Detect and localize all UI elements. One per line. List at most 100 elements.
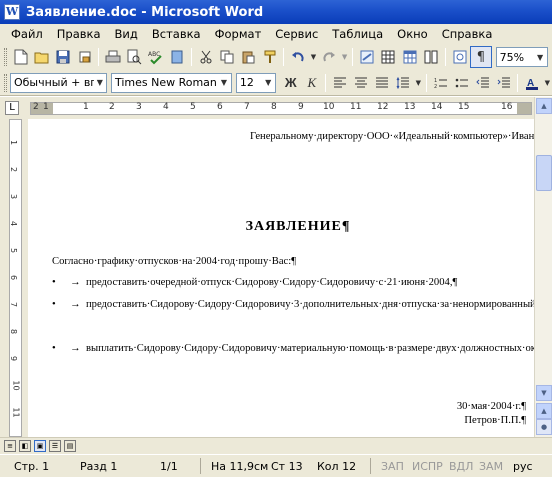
- font-size-value: 12: [239, 76, 254, 89]
- signature-line[interactable]: Петров·П.П.¶: [408, 415, 526, 426]
- permission-icon[interactable]: [74, 46, 95, 68]
- scroll-thumb[interactable]: [536, 155, 552, 191]
- menu-insert[interactable]: Вставка: [145, 27, 208, 41]
- horizontal-ruler[interactable]: L 2 1 1 2 3 4 5 6 7 8 9 10 11 12 13 14 1…: [0, 97, 552, 119]
- reading-layout-icon[interactable]: ▤: [64, 440, 76, 452]
- scroll-down-icon[interactable]: ▼: [536, 385, 552, 401]
- align-left-icon[interactable]: [329, 72, 350, 94]
- menu-window[interactable]: Окно: [390, 27, 435, 41]
- standard-toolbar: ABC ▼ ▼ ¶ 75% ▼: [0, 44, 552, 70]
- line-spacing-icon[interactable]: [393, 72, 414, 94]
- columns-icon[interactable]: [420, 46, 441, 68]
- open-folder-icon[interactable]: [31, 46, 52, 68]
- chevron-down-icon[interactable]: ▼: [94, 74, 106, 92]
- previous-page-icon[interactable]: ▲: [536, 403, 552, 419]
- list-item[interactable]: • → предоставить·очередной·отпуск·Сидоро…: [52, 272, 522, 294]
- chevron-down-icon[interactable]: ▼: [261, 74, 275, 92]
- align-center-icon[interactable]: [350, 72, 371, 94]
- redo-dropdown-icon[interactable]: ▼: [340, 46, 350, 68]
- format-painter-icon[interactable]: [259, 46, 280, 68]
- font-value: Times New Roman: [114, 76, 217, 89]
- ruler-mark: 10: [11, 380, 21, 391]
- insert-table-icon[interactable]: [399, 46, 420, 68]
- list-item-text[interactable]: предоставить·Сидорову·Сидору·Сидоровичу·…: [86, 294, 534, 316]
- font-color-dropdown-icon[interactable]: ▼: [542, 72, 552, 94]
- menu-tools[interactable]: Сервис: [268, 27, 325, 41]
- font-size-select[interactable]: 12 ▼: [235, 72, 277, 93]
- ruler-mark: 14: [431, 102, 443, 112]
- new-document-icon[interactable]: [10, 46, 31, 68]
- numbering-icon[interactable]: 12: [430, 72, 451, 94]
- list-item-text[interactable]: выплатить·Сидорову·Сидору·Сидоровичу·мат…: [86, 338, 534, 360]
- vertical-scrollbar[interactable]: ▲ ▼ ▲ ●: [534, 97, 552, 437]
- menu-help[interactable]: Справка: [435, 27, 500, 41]
- intro-paragraph[interactable]: Согласно·графику·отпусков·на·2004·год·пр…: [52, 256, 296, 267]
- document-map-icon[interactable]: [449, 46, 470, 68]
- line-spacing-dropdown-icon[interactable]: ▼: [414, 72, 424, 94]
- toolbar-grip[interactable]: [4, 48, 7, 66]
- ruler-mark: 3: [9, 193, 19, 200]
- list-item[interactable]: • → предоставить·Сидорову·Сидору·Сидоров…: [52, 294, 534, 316]
- menu-format[interactable]: Формат: [208, 27, 269, 41]
- print-icon[interactable]: [102, 46, 123, 68]
- status-record-macro[interactable]: ЗАП: [381, 460, 404, 473]
- ruler-mark: 15: [458, 102, 470, 112]
- menu-view[interactable]: Вид: [108, 27, 145, 41]
- status-position: На 11,9см: [211, 460, 269, 473]
- research-icon[interactable]: [166, 46, 187, 68]
- status-track-changes[interactable]: ИСПР: [412, 460, 443, 473]
- redo-icon[interactable]: [318, 46, 339, 68]
- zoom-select[interactable]: 75% ▼: [495, 47, 549, 67]
- menu-file[interactable]: Файл: [4, 27, 50, 41]
- normal-view-icon[interactable]: ≡: [4, 440, 16, 452]
- status-overtype[interactable]: ЗАМ: [479, 460, 503, 473]
- list-item[interactable]: • → выплатить·Сидорову·Сидору·Сидоровичу…: [52, 338, 534, 360]
- increase-indent-icon[interactable]: [493, 72, 514, 94]
- print-preview-icon[interactable]: [124, 46, 145, 68]
- ruler-mark: 1: [83, 102, 89, 112]
- status-bar: Стр. 1 Разд 1 1/1 На 11,9см Ст 13 Кол 12…: [0, 454, 552, 477]
- list-item-text[interactable]: предоставить·очередной·отпуск·Сидорову·С…: [86, 272, 522, 294]
- copy-icon[interactable]: [216, 46, 237, 68]
- hyperlink-icon[interactable]: [356, 46, 377, 68]
- vertical-ruler[interactable]: 1 2 3 4 5 6 7 8 9 10 11: [0, 119, 28, 437]
- document-page[interactable]: Генеральному·директору·ООО·«Идеальный·ко…: [28, 119, 534, 437]
- menu-table[interactable]: Таблица: [325, 27, 390, 41]
- cut-icon[interactable]: [195, 46, 216, 68]
- status-extend[interactable]: ВДЛ: [449, 460, 473, 473]
- font-select[interactable]: Times New Roman ▼: [110, 72, 232, 93]
- undo-dropdown-icon[interactable]: ▼: [309, 46, 319, 68]
- paste-icon[interactable]: [238, 46, 259, 68]
- font-color-icon[interactable]: A: [521, 72, 542, 94]
- document-heading[interactable]: ЗАЯВЛЕНИЕ¶: [28, 219, 534, 235]
- vertical-ruler-strip[interactable]: 1 2 3 4 5 6 7 8 9 10 11: [9, 119, 22, 437]
- view-buttons-bar: ≡ ◧ ▣ ☰ ▤: [0, 437, 552, 454]
- print-layout-icon[interactable]: ▣: [34, 440, 46, 452]
- style-select[interactable]: Обычный + впр ▼: [9, 72, 107, 93]
- bold-button[interactable]: Ж: [280, 72, 301, 94]
- align-justify-icon[interactable]: [371, 72, 392, 94]
- ruler-mark: 3: [136, 102, 142, 112]
- spelling-icon[interactable]: ABC: [145, 46, 166, 68]
- decrease-indent-icon[interactable]: [472, 72, 493, 94]
- italic-button[interactable]: К: [301, 72, 322, 94]
- tables-borders-icon[interactable]: [378, 46, 399, 68]
- scroll-up-icon[interactable]: ▲: [536, 98, 552, 114]
- ruler-mark: 13: [404, 102, 416, 112]
- tab-selector[interactable]: L: [5, 101, 19, 115]
- word-app-icon[interactable]: W: [4, 4, 20, 20]
- bullets-icon[interactable]: [451, 72, 472, 94]
- save-icon[interactable]: [53, 46, 74, 68]
- chevron-down-icon[interactable]: ▼: [533, 48, 547, 66]
- browse-object-icon[interactable]: ●: [536, 419, 552, 435]
- outline-view-icon[interactable]: ☰: [49, 440, 61, 452]
- show-formatting-button[interactable]: ¶: [470, 46, 492, 68]
- chevron-down-icon[interactable]: ▼: [217, 74, 231, 92]
- addressee-block[interactable]: Генеральному·директору·ООО·«Идеальный·ко…: [250, 129, 534, 144]
- ruler-strip[interactable]: 2 1 1 2 3 4 5 6 7 8 9 10 11 12 13 14 15 …: [30, 102, 532, 115]
- date-line[interactable]: 30·мая·2004·г.¶: [408, 401, 526, 412]
- menu-edit[interactable]: Правка: [50, 27, 108, 41]
- undo-icon[interactable]: [287, 46, 308, 68]
- web-layout-icon[interactable]: ◧: [19, 440, 31, 452]
- toolbar-grip[interactable]: [4, 73, 7, 92]
